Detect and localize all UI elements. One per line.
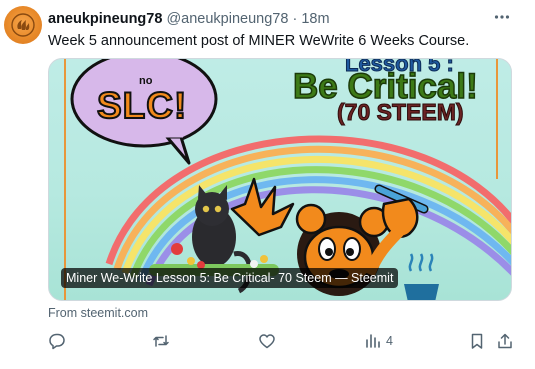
coffee-cup-graphic (404, 253, 439, 300)
like-button[interactable] (258, 330, 276, 352)
bookmark-icon (471, 333, 483, 349)
bookmark-button[interactable] (468, 330, 486, 352)
share-icon (498, 333, 512, 349)
avatar[interactable] (4, 6, 42, 44)
views-count: 4 (386, 334, 393, 348)
link-card[interactable]: no SLC! Lesson 5 : Be Critical! (70 STEE… (48, 58, 512, 301)
headline-sub: (70 STEEM) (337, 99, 465, 126)
user-handle[interactable]: @aneukpineung78 (166, 11, 288, 27)
bubble-big-text: SLC! (96, 84, 188, 127)
link-card-title: Miner We-Write Lesson 5: Be Critical- 70… (61, 268, 399, 288)
separator-dot: · (292, 11, 298, 27)
tweet-text: Week 5 announcement post of MINER WeWrit… (48, 33, 470, 49)
like-icon (259, 334, 275, 349)
reply-button[interactable] (48, 330, 66, 352)
views-button[interactable]: 4 (364, 330, 393, 352)
display-name[interactable]: aneukpineung78 (48, 11, 162, 27)
retweet-button[interactable] (152, 330, 170, 352)
tweet-header: aneukpineung78 @aneukpineung78 · 18m (48, 10, 495, 28)
tweet-time[interactable]: 18m (301, 11, 329, 27)
views-icon (366, 334, 380, 348)
retweet-icon (153, 335, 169, 347)
reply-icon (49, 333, 65, 350)
share-button[interactable] (496, 330, 514, 352)
link-source[interactable]: From steemit.com (48, 306, 148, 320)
more-icon (494, 15, 510, 19)
steem-logo-icon (11, 13, 35, 37)
more-options-button[interactable] (491, 6, 513, 28)
action-bar: 4 (48, 330, 514, 352)
